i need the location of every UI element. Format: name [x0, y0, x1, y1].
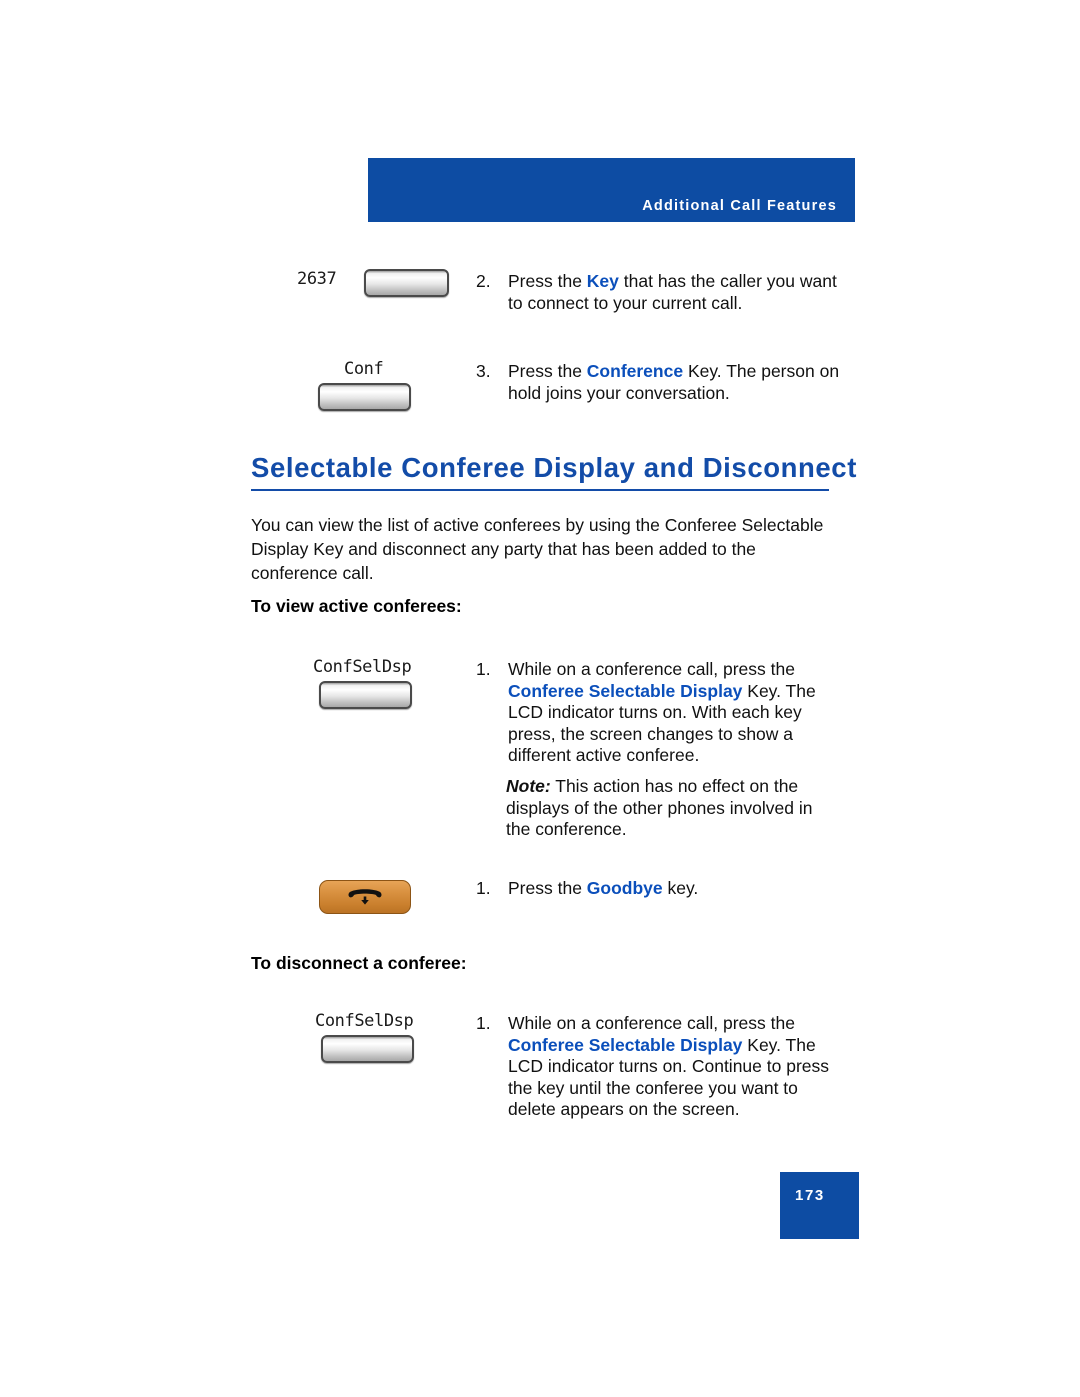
step-text-disconnect-lead: While on a conference call, press the [508, 1013, 795, 1033]
step-text-view-lead: While on a conference call, press the [508, 659, 795, 679]
step-number-2: 2. [476, 271, 491, 291]
softkey-button-conf[interactable] [318, 383, 411, 411]
step-text-goodbye-keyword: Goodbye [586, 878, 663, 898]
page-number-box: 173 [780, 1172, 859, 1239]
key-label-conf: Conf [344, 359, 384, 379]
note-label: Note: [506, 776, 551, 796]
key-art-2637: 2637 [297, 269, 337, 289]
step-text-view-keyword: Conferee Selectable Display [508, 680, 743, 701]
step-number-disconnect-1: 1. [476, 1013, 491, 1033]
handset-hangup-icon [346, 887, 384, 907]
section-heading-rule [251, 489, 829, 491]
section-heading: Selectable Conferee Display and Disconne… [251, 452, 857, 483]
step-text-view-1: While on a conference call, press the Co… [508, 659, 835, 767]
key-label-confseldsp-view: ConfSelDsp [313, 657, 412, 677]
subheading-disconnect-conferee: To disconnect a conferee: [251, 953, 467, 973]
step-text-disconnect-keyword: Conferee Selectable Display [508, 1034, 743, 1055]
note-block: Note: This action has no effect on the d… [506, 776, 836, 841]
page-header-banner: Additional Call Features [368, 158, 855, 222]
softkey-button-2637[interactable] [364, 269, 449, 297]
step-text-disconnect-1: While on a conference call, press the Co… [508, 1013, 838, 1121]
step-text-goodbye-tail: key. [662, 878, 699, 898]
key-art-conf: Conf [344, 359, 384, 379]
step-number-goodbye-1: 1. [476, 878, 491, 898]
step-text-goodbye: Press the Goodbye key. [508, 878, 838, 900]
step-text-2-keyword: Key [586, 271, 619, 291]
page-number: 173 [795, 1187, 825, 1204]
step-number-3: 3. [476, 361, 491, 381]
step-text-3-keyword: Conference [586, 361, 684, 381]
section-paragraph: You can view the list of active conferee… [251, 515, 824, 583]
note-text: This action has no effect on the display… [506, 776, 813, 839]
softkey-button-confseldsp-view[interactable] [319, 681, 412, 709]
key-art-confseldsp-view: ConfSelDsp [313, 657, 412, 677]
page-header-title: Additional Call Features [642, 198, 837, 214]
step-text-goodbye-lead: Press the [508, 878, 587, 898]
subheading-view-active-conferees: To view active conferees: [251, 596, 462, 616]
step-text-3: Press the Conference Key. The person on … [508, 361, 843, 404]
softkey-button-confseldsp-disconnect[interactable] [321, 1035, 414, 1063]
key-art-confseldsp-disconnect: ConfSelDsp [315, 1011, 414, 1031]
key-label-confseldsp-disconnect: ConfSelDsp [315, 1011, 414, 1031]
step-number-view-1: 1. [476, 659, 491, 679]
step-text-3-lead: Press the [508, 361, 587, 381]
key-label-2637: 2637 [297, 269, 337, 289]
step-text-2-lead: Press the [508, 271, 587, 291]
step-text-2: Press the Key that has the caller you wa… [508, 271, 838, 314]
goodbye-key-button[interactable] [319, 880, 411, 914]
